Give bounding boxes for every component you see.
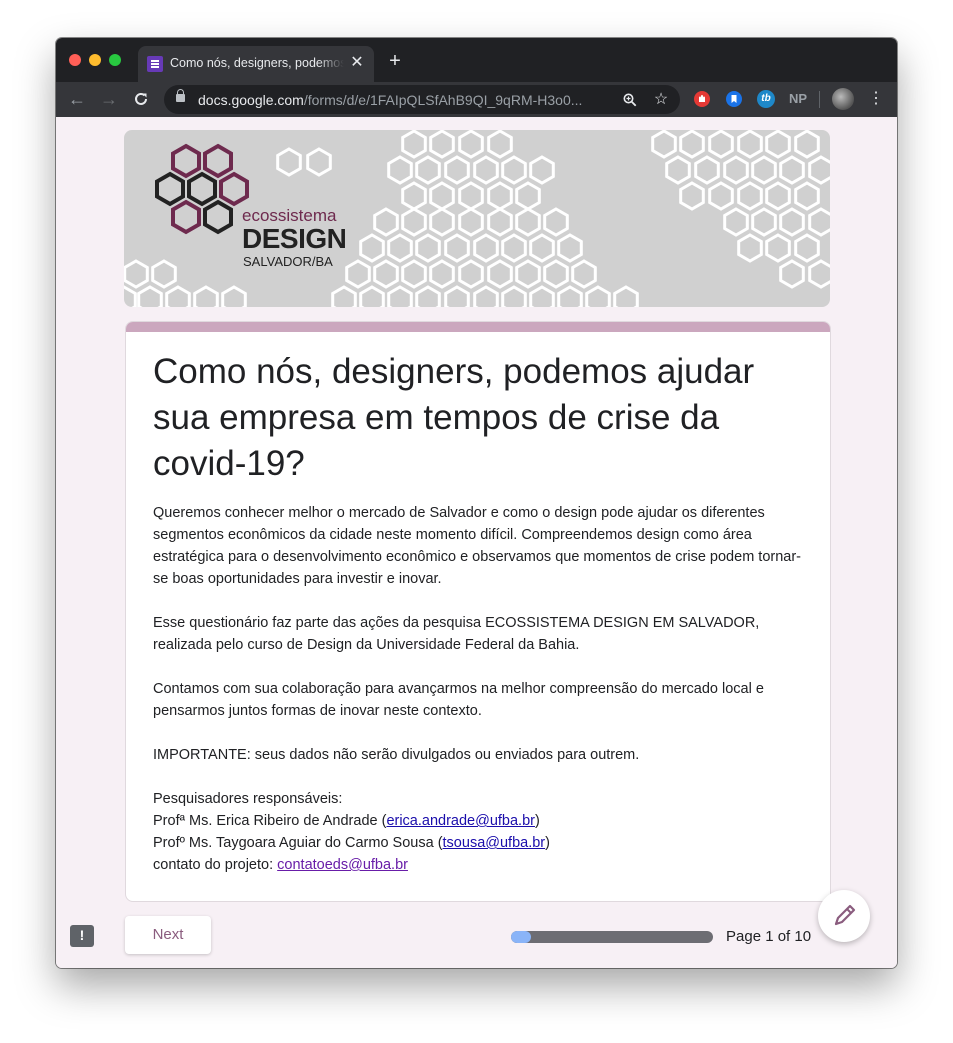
zoom-icon[interactable] [620, 90, 640, 110]
page-indicator: Page 1 of 10 [726, 928, 812, 945]
researcher-line: Profº Ms. Taygoara Aguiar do Carmo Sousa… [153, 835, 550, 851]
form-title: Como nós, designers, podemos ajudar sua … [153, 352, 755, 483]
card-accent-bar [126, 322, 830, 332]
forward-arrow-icon[interactable]: → [97, 87, 121, 111]
browser-tab[interactable]: Como nós, designers, podemos ajudar sua … [138, 46, 374, 82]
pencil-icon [834, 904, 856, 926]
researchers-heading: Pesquisadores responsáveis: [153, 791, 343, 807]
back-arrow-icon[interactable]: ← [65, 87, 89, 111]
logo-salvador: SALVADOR/BA [243, 254, 333, 269]
description-paragraph: Esse questionário faz parte das ações da… [153, 615, 760, 653]
tab-title: Como nós, designers, podemos ajudar sua … [170, 56, 344, 70]
description-paragraph: IMPORTANTE: seus dados não serão divulga… [153, 747, 640, 763]
stop-extension-icon[interactable] [693, 90, 711, 108]
toolbar-divider [819, 91, 820, 108]
browser-toolbar: ← → docs.google.com/forms/d/e/1FAIpQLSfA… [56, 82, 897, 117]
progress-fill [511, 931, 532, 943]
logo-design: DESIGN [242, 223, 347, 254]
reload-icon[interactable] [129, 87, 153, 111]
description-paragraph: Contamos com sua colaboração para avança… [153, 681, 764, 719]
browser-window: Como nós, designers, podemos ajudar sua … [56, 38, 897, 968]
edit-button[interactable] [818, 890, 870, 942]
progress-bar [511, 931, 713, 943]
close-window-button[interactable] [69, 54, 81, 66]
browser-menu-icon[interactable]: ⋮ [866, 87, 886, 111]
form-page: ecossistema DESIGN SALVADOR/BA Como nós,… [56, 117, 897, 968]
form-description: Queremos conhecer melhor o mercado de Sa… [153, 502, 803, 876]
close-tab-icon[interactable]: ✕ [348, 54, 366, 72]
forms-favicon-icon [147, 56, 163, 72]
lock-icon [176, 89, 185, 102]
url-text: docs.google.com/forms/d/e/1FAIpQLSfAhB9Q… [198, 92, 583, 108]
new-tab-icon[interactable]: + [384, 50, 406, 72]
report-issue-icon[interactable]: ! [70, 925, 94, 947]
browser-titlebar: Como nós, designers, podemos ajudar sua … [56, 38, 897, 82]
address-bar[interactable]: docs.google.com/forms/d/e/1FAIpQLSfAhB9Q… [164, 85, 680, 114]
maximize-window-button[interactable] [109, 54, 121, 66]
header-banner: ecossistema DESIGN SALVADOR/BA [124, 130, 830, 307]
researcher-line: Profª Ms. Erica Ribeiro de Andrade (eric… [153, 813, 540, 829]
tb-extension-icon[interactable]: tb [757, 90, 775, 108]
email-link[interactable]: tsousa@ufba.br [443, 835, 546, 851]
bookmark-star-icon[interactable]: ☆ [651, 90, 671, 110]
form-header-card: Como nós, designers, podemos ajudar sua … [125, 321, 831, 902]
np-extension-icon[interactable]: NP [787, 90, 809, 108]
email-link[interactable]: erica.andrade@ufba.br [386, 813, 535, 829]
contact-line: contato do projeto: contatoeds@ufba.br [153, 857, 408, 873]
bookmark-extension-icon[interactable] [725, 90, 743, 108]
contact-email-link[interactable]: contatoeds@ufba.br [277, 857, 408, 873]
minimize-window-button[interactable] [89, 54, 101, 66]
next-button[interactable]: Next [125, 916, 211, 954]
profile-avatar[interactable] [832, 88, 854, 110]
description-paragraph: Queremos conhecer melhor o mercado de Sa… [153, 505, 802, 587]
